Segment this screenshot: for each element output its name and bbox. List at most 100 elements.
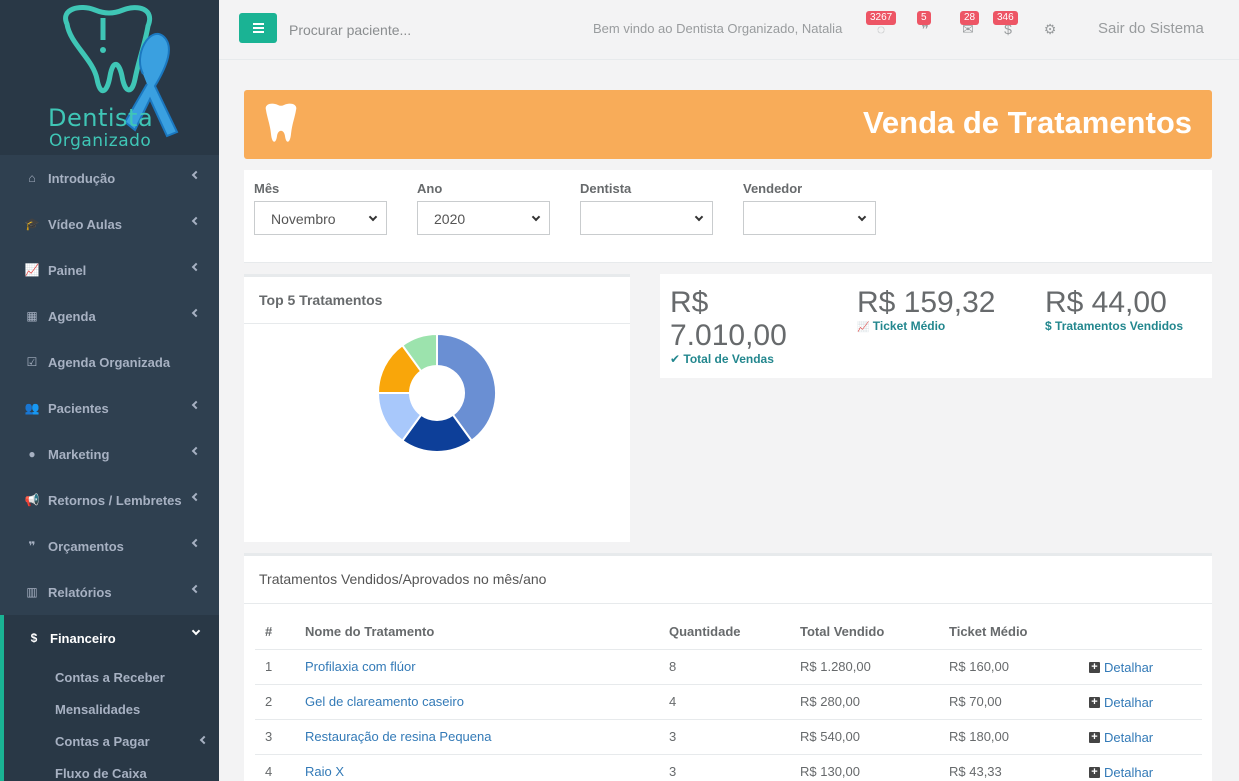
detail-button[interactable]: + Detalhar — [1089, 660, 1153, 675]
money-icon: $ — [1045, 319, 1052, 333]
month-select-value: Novembro — [271, 211, 336, 227]
treatment-name-link[interactable]: Gel de clareamento caseiro — [295, 684, 659, 720]
whatsapp-icon[interactable]: ◌ 3267 — [866, 11, 897, 38]
dollar-icon[interactable]: $346 — [993, 11, 1018, 38]
col-total-sold: Total Vendido — [790, 614, 939, 650]
submenu-item-label: Fluxo de Caixa — [55, 765, 147, 781]
chevron-left-icon — [191, 400, 201, 410]
cell-quantity: 3 — [659, 754, 790, 781]
cell-ticket: R$ 43,33 — [939, 754, 1079, 781]
notification-badge: 346 — [993, 11, 1018, 25]
detail-label: Detalhar — [1104, 765, 1154, 780]
sidebar-item[interactable]: ❞ Orçamentos — [0, 523, 219, 569]
sidebar-item[interactable]: 📈 Painel — [0, 247, 219, 293]
brand-name-line1: Dentista — [48, 104, 154, 132]
detail-button[interactable]: + Detalhar — [1089, 730, 1153, 745]
line-chart-icon: 📈 — [24, 263, 40, 277]
sidebar-item[interactable]: ▥ Relatórios — [0, 569, 219, 615]
sidebar-item[interactable]: ▦ Agenda — [0, 293, 219, 339]
filter-year: Ano 2020 — [417, 181, 550, 235]
col-quantity: Quantidade — [659, 614, 790, 650]
detail-label: Detalhar — [1104, 730, 1154, 745]
comment-icon: ● — [28, 447, 36, 461]
treatments-table-panel: Tratamentos Vendidos/Aprovados no mês/an… — [244, 553, 1212, 781]
sidebar-item-label: Orçamentos — [48, 538, 124, 554]
table-row: 4 Raio X 3 R$ 130,00 R$ 43,33 + Detalhar — [255, 754, 1202, 781]
cell-number: 4 — [255, 754, 295, 781]
brand-name-line2: Organizado — [49, 131, 152, 151]
quote-icon[interactable]: ❞ 5 — [916, 11, 934, 38]
submenu-item[interactable]: Fluxo de Caixa — [4, 757, 219, 781]
submenu-item[interactable]: Contas a Receber — [4, 661, 219, 693]
sidebar-item[interactable]: 👥 Pacientes — [0, 385, 219, 431]
col-ticket: Ticket Médio — [939, 614, 1079, 650]
envelope-icon[interactable]: ✉ 28 — [959, 11, 980, 38]
search-patient-input[interactable] — [289, 16, 549, 44]
logout-link[interactable]: Sair do Sistema — [1098, 20, 1204, 37]
detail-label: Detalhar — [1104, 660, 1154, 675]
sidebar-item-label: Relatórios — [48, 584, 112, 600]
stat-ticket-label-text: Ticket Médio — [872, 319, 946, 333]
sidebar-item[interactable]: ☑ Agenda Organizada — [0, 339, 219, 385]
stat-total-sales-label-text: Total de Vendas — [683, 352, 774, 366]
sidebar-item[interactable]: ● Marketing — [0, 431, 219, 477]
sidebar-item[interactable]: 🎓 Vídeo Aulas — [0, 201, 219, 247]
cell-ticket: R$ 180,00 — [939, 719, 1079, 755]
filter-month: Mês Novembro — [254, 181, 387, 235]
detail-button[interactable]: + Detalhar — [1089, 765, 1153, 780]
cell-number: 1 — [255, 649, 295, 685]
seller-select[interactable] — [743, 201, 876, 235]
submenu-item-label: Contas a Receber — [55, 669, 165, 685]
cell-action: + Detalhar — [1079, 684, 1202, 720]
sidebar-item-financeiro[interactable]: $ Financeiro — [0, 615, 219, 661]
month-select[interactable]: Novembro — [254, 201, 387, 235]
sales-stats-panel: R$ 7.010,00 ✔ Total de Vendas R$ 159,32 … — [660, 274, 1212, 378]
chevron-down-icon — [694, 212, 704, 222]
chevron-down-icon — [191, 626, 201, 636]
table-header-row: # Nome do Tratamento Quantidade Total Ve… — [255, 614, 1202, 650]
menu-toggle-button[interactable] — [239, 13, 277, 43]
submenu-item[interactable]: Mensalidades — [4, 693, 219, 725]
detail-label: Detalhar — [1104, 695, 1154, 710]
year-select[interactable]: 2020 — [417, 201, 550, 235]
cell-ticket: R$ 70,00 — [939, 684, 1079, 720]
chart-title: Top 5 Tratamentos — [244, 277, 630, 324]
treatment-name-link[interactable]: Profilaxia com flúor — [295, 649, 659, 685]
sidebar-item-label: Introdução — [48, 170, 116, 186]
bar-chart-icon: ▥ — [26, 585, 38, 599]
table-row: 3 Restauração de resina Pequena 3 R$ 540,00… — [255, 719, 1202, 755]
treatment-name-link[interactable]: Restauração de resina Pequena — [295, 719, 659, 755]
cell-action: + Detalhar — [1079, 719, 1202, 755]
chevron-down-icon — [531, 212, 541, 222]
year-select-value: 2020 — [434, 211, 466, 227]
chevron-left-icon — [191, 492, 201, 502]
sidebar-item[interactable]: ⌂ Introdução — [0, 155, 219, 201]
submenu-item-label: Mensalidades — [55, 701, 141, 717]
cell-total: R$ 280,00 — [790, 684, 939, 720]
chevron-down-icon — [857, 212, 867, 222]
table-row: 2 Gel de clareamento caseiro 4 R$ 280,00 R$ … — [255, 684, 1202, 720]
users-icon: 👥 — [24, 401, 40, 415]
col-actions — [1079, 614, 1202, 650]
filter-seller: Vendedor — [743, 181, 876, 235]
logo[interactable]: Dentista Organizado — [0, 0, 219, 155]
welcome-message: Bem vindo ao Dentista Organizado, Natali… — [593, 21, 843, 36]
plus-square-icon: + — [1089, 662, 1100, 673]
detail-button[interactable]: + Detalhar — [1089, 695, 1153, 710]
filter-panel: Mês Novembro Ano 2020 Dentista Vendedor — [244, 170, 1212, 263]
cell-quantity: 4 — [659, 684, 790, 720]
filter-dentist: Dentista — [580, 181, 713, 235]
filter-year-label: Ano — [417, 181, 443, 196]
submenu-item[interactable]: Contas a Pagar — [4, 725, 219, 757]
sidebar-item-label: Pacientes — [48, 400, 109, 416]
line-chart-icon: 📈 — [857, 322, 870, 333]
top-navbar: Bem vindo ao Dentista Organizado, Natali… — [219, 0, 1239, 60]
sidebar-item[interactable]: 📢 Retornos / Lembretes — [0, 477, 219, 523]
filter-month-label: Mês — [254, 181, 280, 196]
treatment-name-link[interactable]: Raio X — [295, 754, 659, 781]
filter-seller-label: Vendedor — [743, 181, 803, 196]
settings-icon[interactable]: ⚙ — [1041, 20, 1059, 38]
donut-chart — [376, 332, 497, 453]
dentist-select[interactable] — [580, 201, 713, 235]
submenu-item-label: Contas a Pagar — [55, 733, 150, 749]
